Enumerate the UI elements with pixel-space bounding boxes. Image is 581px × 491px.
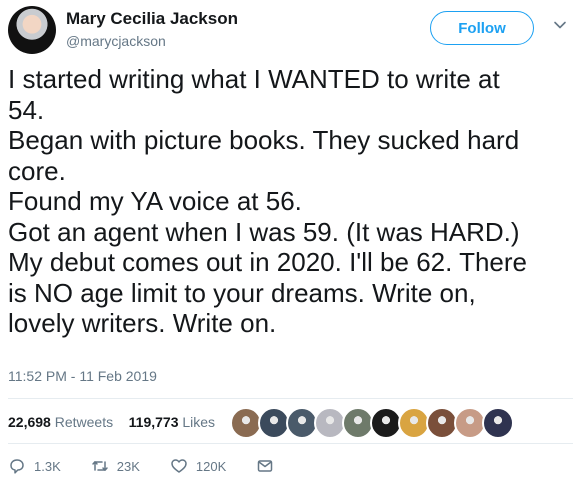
follow-button[interactable]: Follow <box>430 11 534 45</box>
like-count: 120K <box>195 458 227 474</box>
divider <box>8 398 573 399</box>
reply-count: 1.3K <box>34 458 61 474</box>
reply-icon <box>10 459 24 474</box>
tweet-timestamp[interactable]: 11:52 PM - 11 Feb 2019 <box>8 368 157 384</box>
liker-avatars <box>230 407 514 439</box>
chevron-down-icon[interactable] <box>553 18 567 32</box>
likes-count: 119,773 <box>128 414 179 430</box>
retweet-button[interactable]: 23K <box>91 457 140 475</box>
likes-label: Likes <box>182 414 216 430</box>
divider <box>8 443 573 444</box>
direct-message-button[interactable] <box>256 457 282 475</box>
retweets-label: Retweets <box>54 414 114 430</box>
retweet-icon <box>92 461 108 471</box>
display-name[interactable]: Mary Cecilia Jackson <box>66 9 238 29</box>
envelope-icon <box>258 460 273 472</box>
retweets-stat[interactable]: 22,698 Retweets <box>8 414 113 430</box>
heart-icon <box>171 459 187 473</box>
likes-stat[interactable]: 119,773 Likes <box>129 414 215 430</box>
retweet-count: 23K <box>116 458 140 474</box>
like-button[interactable]: 120K <box>170 457 226 475</box>
user-handle[interactable]: @marycjackson <box>66 33 166 49</box>
profile-avatar[interactable] <box>8 6 56 54</box>
tweet-stats: 22,698 Retweets 119,773 Likes <box>8 414 215 430</box>
retweets-count: 22,698 <box>8 414 51 430</box>
tweet-header: Mary Cecilia Jackson @marycjackson Follo… <box>8 6 573 58</box>
tweet-text: I started writing what I WANTED to write… <box>8 64 528 338</box>
tweet-actions: 1.3K 23K 120K <box>8 455 312 477</box>
reply-button[interactable]: 1.3K <box>8 457 61 475</box>
liker-avatar[interactable] <box>482 407 514 439</box>
